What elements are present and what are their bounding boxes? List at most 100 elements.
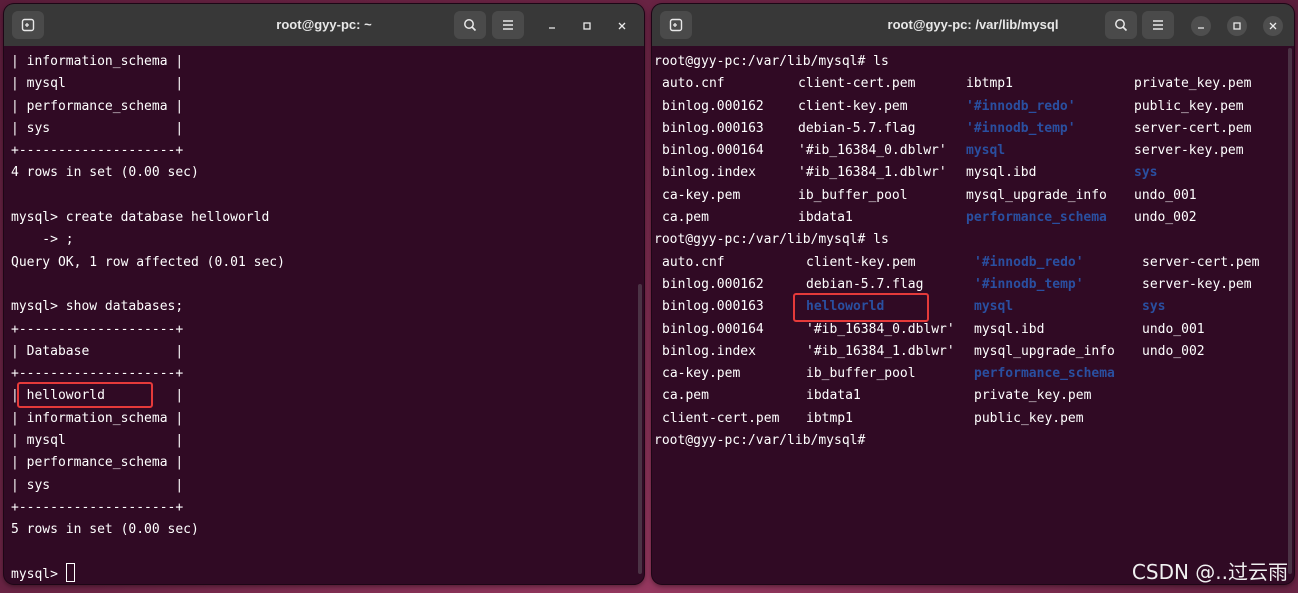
terminal-line: +--------------------+: [11, 143, 184, 159]
terminal-output-left[interactable]: | information_schema | | mysql | | perform…: [11, 51, 632, 584]
ls-entry: '#ib_16384_1.dblwr': [798, 165, 947, 181]
terminal-line: +--------------------+: [11, 321, 184, 337]
ls-row: auto.cnf client-cert.pem ibtmp1 private_key…: [654, 73, 1282, 95]
ls-entry: binlog.000163: [662, 120, 764, 136]
ls-entry: binlog.000164: [662, 143, 764, 159]
ls-entry: undo_001: [1134, 187, 1197, 203]
maximize-icon[interactable]: [1227, 16, 1247, 36]
ls-row: binlog.000163 debian-5.7.flag '#innodb_tem…: [654, 118, 1282, 140]
terminal-line: Query OK, 1 row affected (0.01 sec): [11, 254, 285, 270]
scrollbar-left[interactable]: [638, 284, 642, 574]
terminal-line: | sys |: [11, 120, 184, 136]
terminal-line: | mysql |: [11, 76, 184, 92]
ls-row: ca-key.pem ib_buffer_pool mysql_upgrade_in…: [654, 185, 1282, 207]
ls-entry: ibdata1: [798, 210, 853, 226]
cursor: [65, 563, 75, 583]
mysql-prompt-line[interactable]: mysql>: [11, 563, 632, 584]
ls-row: binlog.000162 client-key.pem '#innodb_redo…: [654, 96, 1282, 118]
ls-entry: '#ib_16384_1.dblwr': [806, 343, 955, 359]
minimize-icon[interactable]: [1191, 16, 1211, 36]
ls-entry: sys: [1134, 165, 1158, 181]
ls-entry: '#innodb_redo': [966, 98, 1076, 114]
terminal-line: | information_schema |: [11, 410, 184, 426]
menu-icon[interactable]: [492, 11, 524, 39]
terminal-line: mysql> create database helloworld: [11, 210, 270, 226]
ls-entry: binlog.index: [662, 343, 756, 359]
ls-entry: undo_002: [1142, 343, 1205, 359]
ls-entry: ibtmp1: [806, 410, 853, 426]
terminal-line: -> ;: [11, 232, 74, 248]
ls-entry: ib_buffer_pool: [798, 187, 908, 203]
terminal-line: | performance_schema |: [11, 455, 184, 471]
ls-row: client-cert.pem ibtmp1 public_key.pem: [654, 408, 1282, 430]
menu-icon[interactable]: [1142, 11, 1174, 39]
ls-row: binlog.index '#ib_16384_1.dblwr' mysql_upg…: [654, 341, 1282, 363]
terminal-line: 4 rows in set (0.00 sec): [11, 165, 199, 181]
shell-prompt-line: root@gyy-pc:/var/lib/mysql# ls: [654, 232, 889, 248]
terminal-line: | performance_schema |: [11, 98, 184, 114]
ls-row: ca.pem ibdata1 performance_schema undo_002: [654, 207, 1282, 229]
ls-entry: binlog.000164: [662, 321, 764, 337]
ls-entry: public_key.pem: [974, 410, 1084, 426]
ls-row: binlog.000162 debian-5.7.flag '#innodb_tem…: [654, 274, 1282, 296]
ls-row: auto.cnf client-key.pem '#innodb_redo' serv…: [654, 252, 1282, 274]
ls-entry: server-cert.pem: [1134, 120, 1252, 136]
ls-entry: public_key.pem: [1134, 98, 1244, 114]
ls-row: ca.pem ibdata1 private_key.pem: [654, 385, 1282, 407]
shell-prompt-line: root@gyy-pc:/var/lib/mysql#: [654, 433, 866, 449]
search-icon[interactable]: [1105, 11, 1137, 39]
ls-entry: ca.pem: [662, 388, 709, 404]
ls-row: binlog.000164 '#ib_16384_0.dblwr' mysql.ib…: [654, 319, 1282, 341]
new-tab-icon[interactable]: [12, 11, 44, 39]
maximize-icon[interactable]: [577, 16, 597, 36]
ls-entry: debian-5.7.flag: [806, 276, 924, 292]
ls-entry: [1142, 408, 1272, 430]
ls-entry: undo_001: [1142, 321, 1205, 337]
ls-entry: sys: [1142, 299, 1166, 315]
terminal-line: | sys |: [11, 477, 184, 493]
titlebar-right[interactable]: root@gyy-pc: /var/lib/mysql: [652, 4, 1294, 46]
ls-entry: server-key.pem: [1142, 276, 1252, 292]
ls-entry: ca-key.pem: [662, 366, 741, 382]
ls-entry: '#innodb_redo': [974, 254, 1084, 270]
ls-entry: binlog.index: [662, 165, 756, 181]
ls-entry: undo_002: [1134, 210, 1197, 226]
ls-entry: ca-key.pem: [662, 187, 741, 203]
ls-entry: client-cert.pem: [798, 76, 916, 92]
ls-entry: mysql: [966, 143, 1006, 159]
terminal-line: | Database |: [11, 343, 184, 359]
minimize-icon[interactable]: [542, 16, 562, 36]
close-icon[interactable]: [1263, 16, 1283, 36]
ls-entry: '#innodb_temp': [974, 276, 1084, 292]
ls-entry: mysql.ibd: [974, 321, 1045, 337]
terminal-window-left[interactable]: root@gyy-pc: ~ | information_schema | | m…: [4, 4, 644, 584]
ls-entry: binlog.000162: [662, 98, 764, 114]
terminal-window-right[interactable]: root@gyy-pc: /var/lib/mysql root@gyy-pc:…: [652, 4, 1294, 584]
ls-entry: mysql_upgrade_info: [966, 187, 1107, 203]
ls-entry: ibdata1: [806, 388, 861, 404]
ls-row: binlog.000163 helloworld mysql sys: [654, 296, 1282, 318]
ls-entry: private_key.pem: [1134, 76, 1252, 92]
ls-entry: auto.cnf: [662, 76, 725, 92]
terminal-line: 5 rows in set (0.00 sec): [11, 522, 199, 538]
ls-entry: mysql.ibd: [966, 165, 1037, 181]
ls-entry: ca.pem: [662, 210, 709, 226]
ls-entry: [1142, 363, 1272, 385]
ls-entry: '#ib_16384_0.dblwr': [798, 143, 947, 159]
ls-entry: server-key.pem: [1134, 143, 1244, 159]
ls-entry: ib_buffer_pool: [806, 366, 916, 382]
ls-entry: '#ib_16384_0.dblwr': [806, 321, 955, 337]
scrollbar-right[interactable]: [1288, 48, 1292, 574]
close-icon[interactable]: [612, 16, 632, 36]
new-tab-icon[interactable]: [660, 11, 692, 39]
ls-entry: auto.cnf: [662, 254, 725, 270]
ls-entry: client-cert.pem: [662, 410, 780, 426]
terminal-line: | helloworld |: [11, 388, 184, 404]
terminal-line: | information_schema |: [11, 54, 184, 69]
watermark: CSDN @..过云雨: [1131, 560, 1288, 584]
search-icon[interactable]: [454, 11, 486, 39]
terminal-output-right[interactable]: root@gyy-pc:/var/lib/mysql# ls auto.cnf cl…: [654, 51, 1282, 584]
titlebar-left[interactable]: root@gyy-pc: ~: [4, 4, 644, 46]
ls-entry: binlog.000163: [662, 299, 764, 315]
